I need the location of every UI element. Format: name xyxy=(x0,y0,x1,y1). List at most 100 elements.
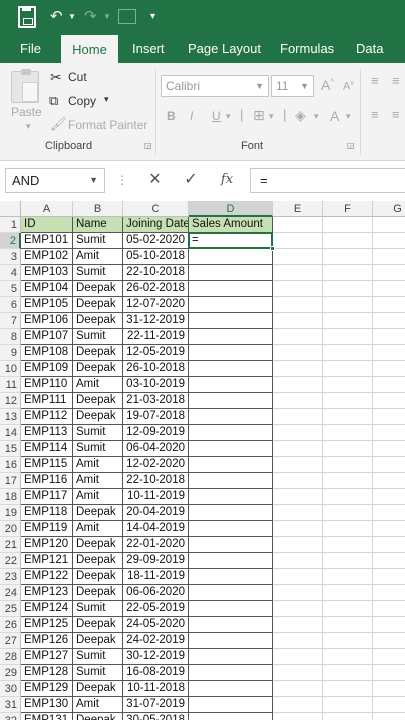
table-cell[interactable] xyxy=(323,233,373,249)
table-cell[interactable]: Deepak xyxy=(73,505,123,521)
table-cell[interactable] xyxy=(323,393,373,409)
table-cell[interactable]: Sumit xyxy=(73,265,123,281)
table-cell[interactable]: 22-11-2019 xyxy=(123,329,189,345)
table-cell[interactable] xyxy=(373,697,405,713)
redo-icon[interactable]: ↷ xyxy=(84,6,97,28)
font-color-dropdown-icon[interactable]: ▾ xyxy=(346,111,351,122)
table-cell[interactable]: 22-10-2018 xyxy=(123,473,189,489)
table-cell[interactable] xyxy=(189,521,273,537)
table-cell[interactable]: Sumit xyxy=(73,665,123,681)
table-cell[interactable]: Amit xyxy=(73,457,123,473)
table-cell[interactable]: Amit xyxy=(73,521,123,537)
table-cell[interactable] xyxy=(189,489,273,505)
table-cell[interactable]: 05-10-2018 xyxy=(123,249,189,265)
table-cell[interactable]: Deepak xyxy=(73,569,123,585)
formula-input[interactable]: = xyxy=(250,168,405,193)
table-cell[interactable] xyxy=(189,665,273,681)
table-cell[interactable] xyxy=(273,537,323,553)
enter-icon[interactable]: ✓ xyxy=(181,170,201,190)
table-cell[interactable]: EMP128 xyxy=(21,665,73,681)
table-cell[interactable] xyxy=(273,393,323,409)
table-cell[interactable] xyxy=(373,569,405,585)
table-cell[interactable]: EMP107 xyxy=(21,329,73,345)
row-header[interactable]: 22 xyxy=(0,553,21,569)
table-cell[interactable] xyxy=(273,489,323,505)
table-cell[interactable] xyxy=(323,649,373,665)
table-cell[interactable]: Deepak xyxy=(73,537,123,553)
font-color-icon[interactable]: A xyxy=(330,108,339,124)
table-cell[interactable] xyxy=(373,345,405,361)
table-cell[interactable] xyxy=(189,617,273,633)
spreadsheet-grid[interactable]: A B C D E F G 1 ID Name Joining Date Sales Amount 2 E… xyxy=(0,201,405,720)
font-name-combo[interactable]: Calibri ▼ xyxy=(161,75,269,97)
table-cell[interactable] xyxy=(373,425,405,441)
table-cell[interactable] xyxy=(273,569,323,585)
table-cell[interactable] xyxy=(189,425,273,441)
table-cell[interactable] xyxy=(273,361,323,377)
row-header[interactable]: 21 xyxy=(0,537,21,553)
table-cell[interactable]: 12-07-2020 xyxy=(123,297,189,313)
table-cell[interactable] xyxy=(189,265,273,281)
table-cell[interactable] xyxy=(373,585,405,601)
row-header[interactable]: 10 xyxy=(0,361,21,377)
table-cell[interactable] xyxy=(373,473,405,489)
table-cell[interactable]: 03-10-2019 xyxy=(123,377,189,393)
table-cell[interactable] xyxy=(373,233,405,249)
table-cell[interactable]: 06-04-2020 xyxy=(123,441,189,457)
table-cell[interactable] xyxy=(189,585,273,601)
row-header[interactable]: 19 xyxy=(0,505,21,521)
table-cell[interactable] xyxy=(323,409,373,425)
table-cell[interactable] xyxy=(323,361,373,377)
table-cell[interactable]: EMP111 xyxy=(21,393,73,409)
table-cell[interactable] xyxy=(189,633,273,649)
table-cell[interactable]: Deepak xyxy=(73,617,123,633)
table-cell[interactable]: EMP114 xyxy=(21,441,73,457)
table-cell[interactable] xyxy=(373,409,405,425)
table-cell[interactable] xyxy=(273,633,323,649)
tab-formulas[interactable]: Formulas xyxy=(280,34,334,63)
table-cell[interactable] xyxy=(189,697,273,713)
row-header[interactable]: 7 xyxy=(0,313,21,329)
table-cell[interactable] xyxy=(189,537,273,553)
table-cell[interactable]: Deepak xyxy=(73,409,123,425)
table-cell[interactable]: 31-12-2019 xyxy=(123,313,189,329)
row-header[interactable]: 11 xyxy=(0,377,21,393)
copy-button[interactable]: Copy xyxy=(68,94,96,108)
table-cell[interactable]: 12-09-2019 xyxy=(123,425,189,441)
table-cell[interactable] xyxy=(273,345,323,361)
table-cell[interactable]: EMP102 xyxy=(21,249,73,265)
align-middle-icon[interactable]: ≡ xyxy=(392,73,400,88)
table-cell[interactable] xyxy=(373,633,405,649)
table-cell[interactable] xyxy=(273,617,323,633)
table-cell[interactable] xyxy=(323,297,373,313)
table-cell[interactable]: Deepak xyxy=(73,345,123,361)
table-cell[interactable] xyxy=(323,697,373,713)
table-cell[interactable] xyxy=(323,505,373,521)
table-cell[interactable]: 26-10-2018 xyxy=(123,361,189,377)
table-cell[interactable]: EMP116 xyxy=(21,473,73,489)
table-cell[interactable]: 20-04-2019 xyxy=(123,505,189,521)
paste-icon[interactable] xyxy=(11,69,39,103)
table-cell[interactable] xyxy=(189,681,273,697)
table-cell[interactable]: Sumit xyxy=(73,601,123,617)
table-cell[interactable]: EMP110 xyxy=(21,377,73,393)
table-cell[interactable]: EMP129 xyxy=(21,681,73,697)
tab-file[interactable]: File xyxy=(20,34,41,63)
table-cell[interactable] xyxy=(189,553,273,569)
table-cell[interactable]: EMP104 xyxy=(21,281,73,297)
header-cell[interactable]: Joining Date xyxy=(123,217,189,233)
table-cell[interactable] xyxy=(189,505,273,521)
table-cell[interactable] xyxy=(273,665,323,681)
table-cell[interactable]: Sumit xyxy=(73,233,123,249)
table-cell[interactable] xyxy=(273,281,323,297)
row-header[interactable]: 32 xyxy=(0,713,21,720)
table-cell[interactable] xyxy=(273,681,323,697)
insert-function-icon[interactable]: fx xyxy=(217,170,237,190)
clipboard-launcher-icon[interactable]: ◲ xyxy=(144,141,152,150)
table-cell[interactable] xyxy=(189,345,273,361)
table-cell[interactable] xyxy=(373,617,405,633)
name-box[interactable]: AND ▼ xyxy=(5,168,105,193)
tab-data[interactable]: Data xyxy=(356,34,383,63)
table-cell[interactable]: Sumit xyxy=(73,425,123,441)
table-cell[interactable] xyxy=(273,697,323,713)
